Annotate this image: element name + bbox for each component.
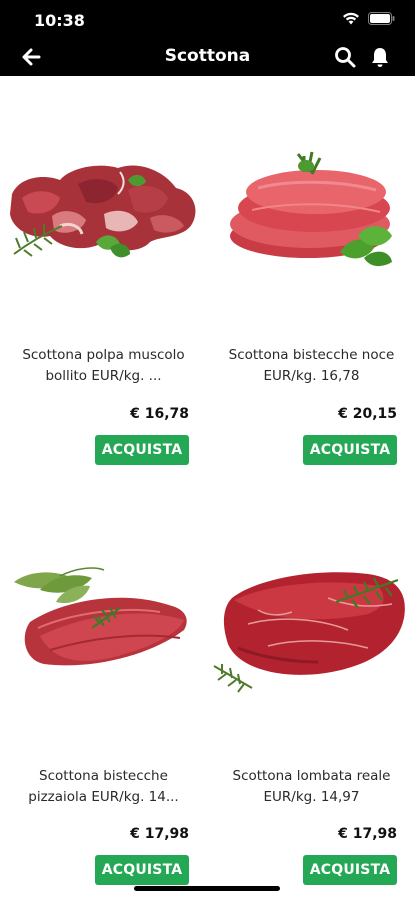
bell-icon[interactable] [369,46,391,68]
search-icon[interactable] [334,46,356,68]
status-bar: 10:38 [0,0,415,38]
product-name[interactable]: Scottona lombata reale EUR/kg. 14,97 [216,766,407,808]
beef-chunks-image[interactable] [0,76,207,326]
buy-button[interactable]: ACQUISTA [95,855,189,885]
product-name[interactable]: Scottona bistecche pizzaiola EUR/kg. 14.… [8,766,199,808]
product-name[interactable]: Scottona polpa muscolo bollito EUR/kg. .… [8,345,199,387]
app-header: Scottona [0,38,415,76]
sirloin-steak-image[interactable] [208,498,415,748]
product-card[interactable]: Scottona lombata reale EUR/kg. 14,97 € 1… [208,498,415,900]
product-card[interactable]: Scottona bistecche noce EUR/kg. 16,78 € … [208,76,415,496]
product-card[interactable]: Scottona polpa muscolo bollito EUR/kg. .… [0,76,207,496]
battery-icon [368,12,395,25]
product-price: € 16,78 [130,406,189,422]
product-price: € 20,15 [338,406,397,422]
product-name[interactable]: Scottona bistecche noce EUR/kg. 16,78 [216,345,407,387]
buy-button[interactable]: ACQUISTA [303,435,397,465]
product-price: € 17,98 [130,826,189,842]
product-price: € 17,98 [338,826,397,842]
product-card[interactable]: Scottona bistecche pizzaiola EUR/kg. 14.… [0,498,207,900]
status-time: 10:38 [34,11,85,30]
home-indicator[interactable] [134,886,280,891]
buy-button[interactable]: ACQUISTA [95,435,189,465]
thin-steaks-image[interactable] [0,498,207,748]
buy-button[interactable]: ACQUISTA [303,855,397,885]
wifi-icon [343,12,359,25]
beef-slices-image[interactable] [208,76,415,326]
